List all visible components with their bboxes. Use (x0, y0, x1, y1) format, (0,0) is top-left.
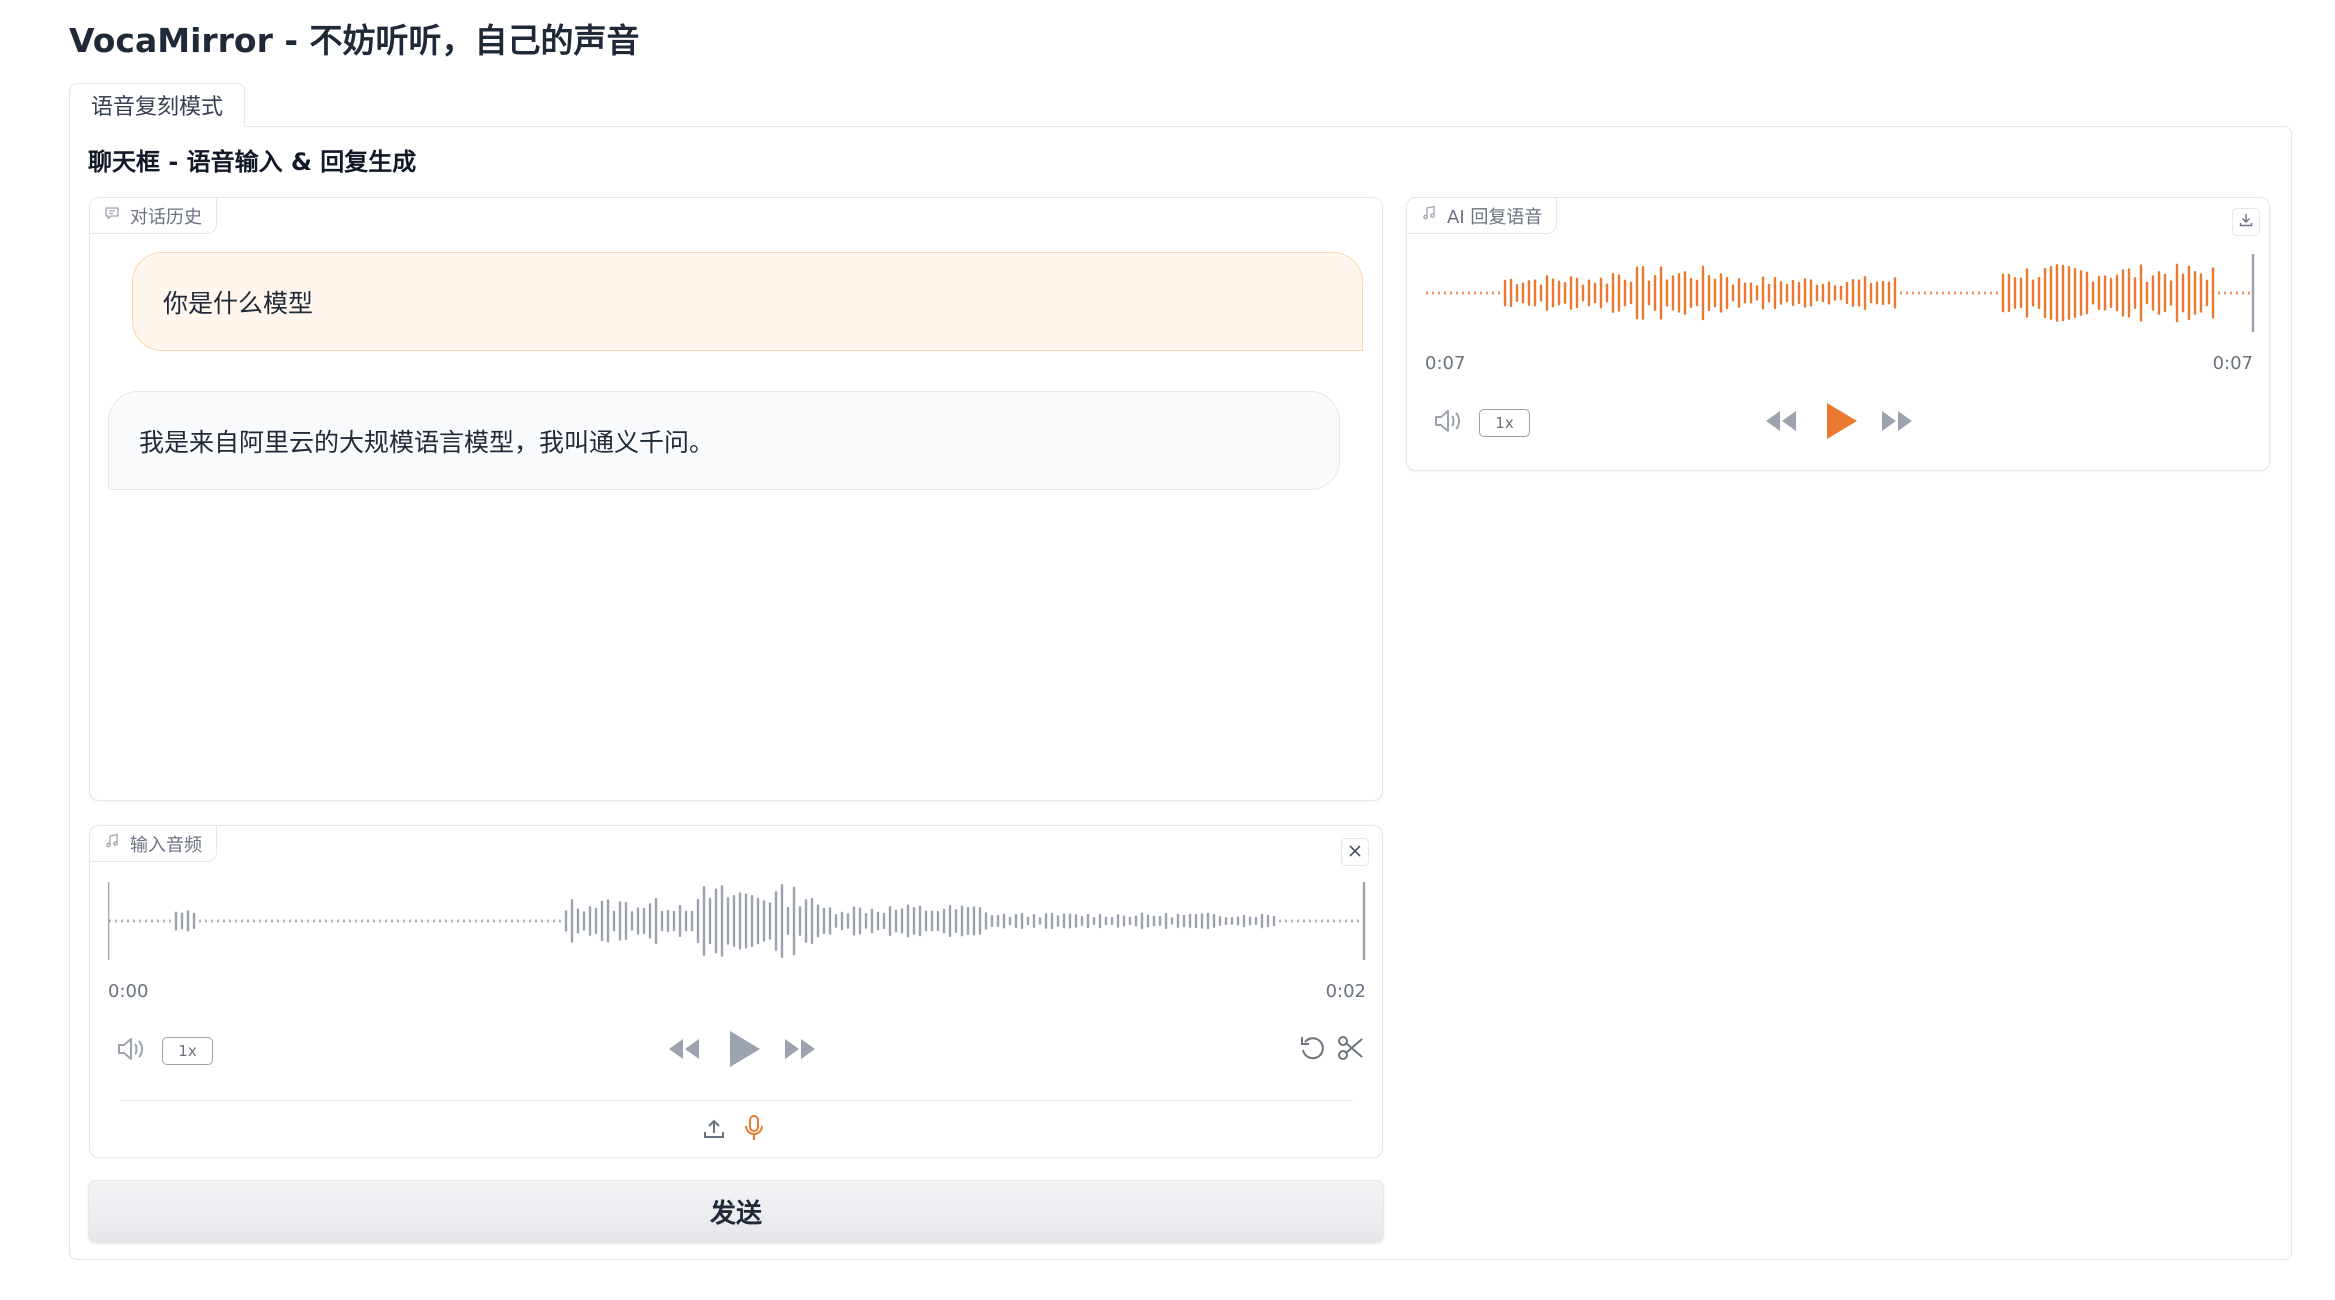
send-button[interactable]: 发送 (88, 1180, 1384, 1243)
ai-audio-waveform[interactable] (1425, 248, 2255, 338)
play-icon (726, 1029, 762, 1073)
music-note-icon (1421, 205, 1437, 226)
download-icon (2238, 212, 2254, 232)
ai-rewind-button[interactable] (1761, 406, 1801, 440)
play-icon (1823, 401, 1859, 445)
fast-forward-icon (1880, 408, 1914, 438)
input-play-button[interactable] (722, 1028, 766, 1074)
tab-voice-clone-mode[interactable]: 语音复刻模式 (69, 83, 245, 127)
input-audio-label: 输入音频 (90, 826, 217, 862)
download-button[interactable] (2232, 208, 2260, 236)
input-audio-label-text: 输入音频 (130, 834, 202, 856)
ai-reply-audio-panel: AI 回复语音 0:07 0:07 1x (1406, 197, 2270, 471)
assistant-message-text: 我是来自阿里云的大规模语言模型，我叫通义千问。 (139, 427, 715, 457)
ai-playback-speed-button[interactable]: 1x (1479, 409, 1530, 437)
input-playback-speed-button[interactable]: 1x (162, 1037, 213, 1065)
volume-icon (1433, 407, 1465, 439)
input-forward-button[interactable] (780, 1034, 820, 1068)
undo-trim-button[interactable] (1296, 1033, 1330, 1067)
upload-icon (702, 1117, 726, 1145)
undo-icon (1298, 1033, 1328, 1067)
page: VocaMirror - 不妨听听，自己的声音 语音复刻模式 聊天框 - 语音输… (0, 0, 2335, 1300)
ai-audio-label-text: AI 回复语音 (1447, 206, 1543, 228)
input-audio-time-total: 0:02 (1325, 981, 1366, 1002)
rewind-icon (1764, 408, 1798, 438)
ai-play-button[interactable] (1819, 400, 1863, 446)
input-audio-panel: 输入音频 0:00 0:02 1x (89, 825, 1383, 1158)
input-audio-time-current: 0:00 (108, 981, 149, 1002)
chat-icon (104, 205, 120, 226)
upload-audio-button[interactable] (700, 1116, 728, 1146)
record-microphone-button[interactable] (740, 1114, 768, 1146)
input-rewind-button[interactable] (664, 1034, 704, 1068)
assistant-message: 我是来自阿里云的大规模语言模型，我叫通义千问。 (108, 391, 1340, 490)
fast-forward-icon (783, 1036, 817, 1066)
ai-forward-button[interactable] (1877, 406, 1917, 440)
volume-icon (116, 1035, 148, 1067)
close-icon (1348, 843, 1362, 862)
chat-history-label: 对话历史 (90, 198, 217, 234)
app-title: VocaMirror - 不妨听听，自己的声音 (69, 21, 640, 60)
user-message-text: 你是什么模型 (163, 288, 314, 318)
rewind-icon (667, 1036, 701, 1066)
ai-audio-time-current: 0:07 (1425, 353, 1466, 374)
ai-audio-time-total: 0:07 (2212, 353, 2253, 374)
input-audio-waveform[interactable] (108, 876, 1368, 966)
ai-volume-button[interactable] (1431, 405, 1467, 441)
ai-audio-label: AI 回复语音 (1407, 198, 1558, 234)
input-volume-button[interactable] (114, 1033, 150, 1069)
scissors-icon (1336, 1033, 1366, 1067)
user-message: 你是什么模型 (132, 252, 1363, 351)
chat-history-label-text: 对话历史 (130, 206, 202, 228)
section-title: 聊天框 - 语音输入 & 回复生成 (88, 148, 417, 176)
controls-divider (120, 1100, 1353, 1101)
microphone-icon (743, 1114, 765, 1146)
clear-audio-button[interactable] (1341, 838, 1369, 866)
trim-button[interactable] (1334, 1033, 1368, 1067)
music-note-icon (104, 833, 120, 854)
chat-history-panel: 对话历史 你是什么模型 我是来自阿里云的大规模语言模型，我叫通义千问。 (89, 197, 1383, 801)
